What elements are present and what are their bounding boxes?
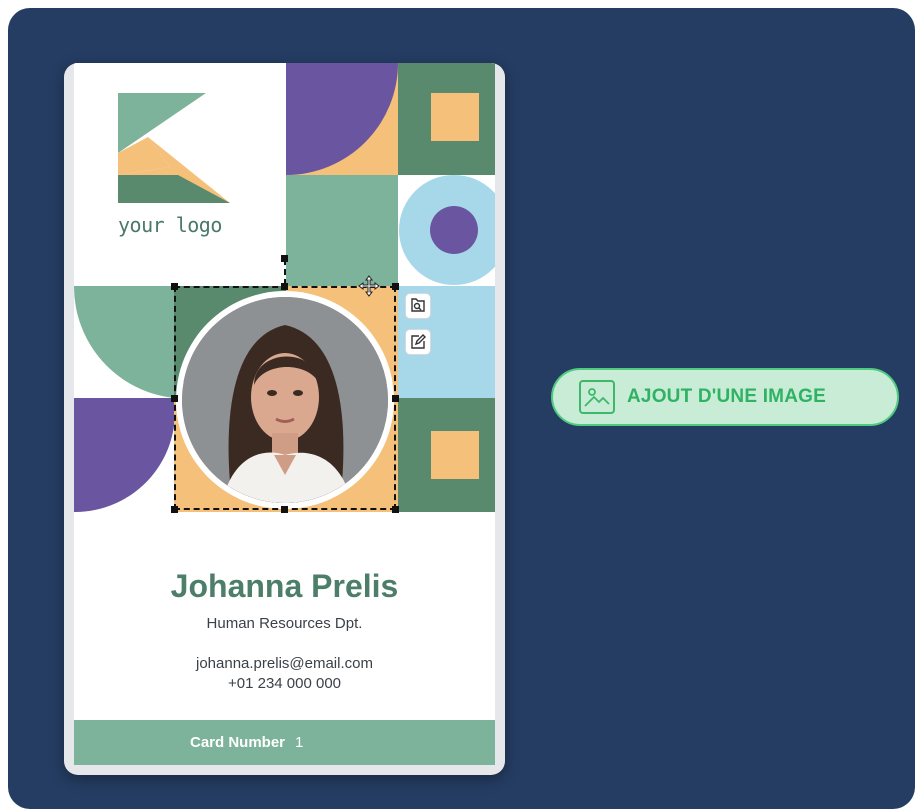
id-card-face: your logo Johanna Prelis Human Resources… <box>74 63 495 765</box>
workspace-panel: your logo Johanna Prelis Human Resources… <box>8 8 915 809</box>
selection-frame[interactable] <box>174 286 396 510</box>
resize-handle-w[interactable] <box>171 395 178 402</box>
cardholder-department: Human Resources Dpt. <box>206 615 363 632</box>
image-icon <box>579 380 615 414</box>
move-icon[interactable] <box>358 275 380 297</box>
resize-handle-se[interactable] <box>392 506 399 513</box>
edit-image-button[interactable] <box>405 329 431 355</box>
tile-green-half <box>74 286 174 398</box>
resize-handle-e[interactable] <box>392 395 399 402</box>
tile-green <box>286 175 398 286</box>
add-image-label: AJOUT D'UNE IMAGE <box>627 386 826 407</box>
logo-text: your logo <box>118 213 222 237</box>
tile-orange-square <box>398 63 495 175</box>
tile-blue-ring <box>398 175 495 286</box>
tile-purple-half <box>74 398 174 512</box>
cardholder-phone: +01 234 000 000 <box>227 675 342 692</box>
cardholder-email: johanna.prelis@email.com <box>196 655 373 672</box>
tile-purple-quarter <box>286 63 398 175</box>
resize-handle-nw[interactable] <box>171 283 178 290</box>
card-number-value: 1 <box>295 734 304 751</box>
add-image-button[interactable]: AJOUT D'UNE IMAGE <box>551 368 899 426</box>
rotation-line <box>284 259 286 285</box>
resize-handle-sw[interactable] <box>171 506 178 513</box>
card-footer: Card Number 1 <box>74 720 495 765</box>
rotation-handle[interactable] <box>281 255 288 262</box>
resize-handle-ne[interactable] <box>392 283 399 290</box>
tile-orange-square-2 <box>398 398 495 512</box>
resize-handle-n[interactable] <box>281 283 288 290</box>
logo-graphic <box>118 93 230 205</box>
card-number-label: Card Number <box>190 734 286 751</box>
replace-image-icon <box>411 298 425 312</box>
id-card[interactable]: your logo Johanna Prelis Human Resources… <box>64 63 505 775</box>
cardholder-name: Johanna Prelis <box>170 568 399 604</box>
resize-handle-s[interactable] <box>281 506 288 513</box>
replace-image-button[interactable] <box>405 293 431 319</box>
edit-icon <box>411 334 426 349</box>
